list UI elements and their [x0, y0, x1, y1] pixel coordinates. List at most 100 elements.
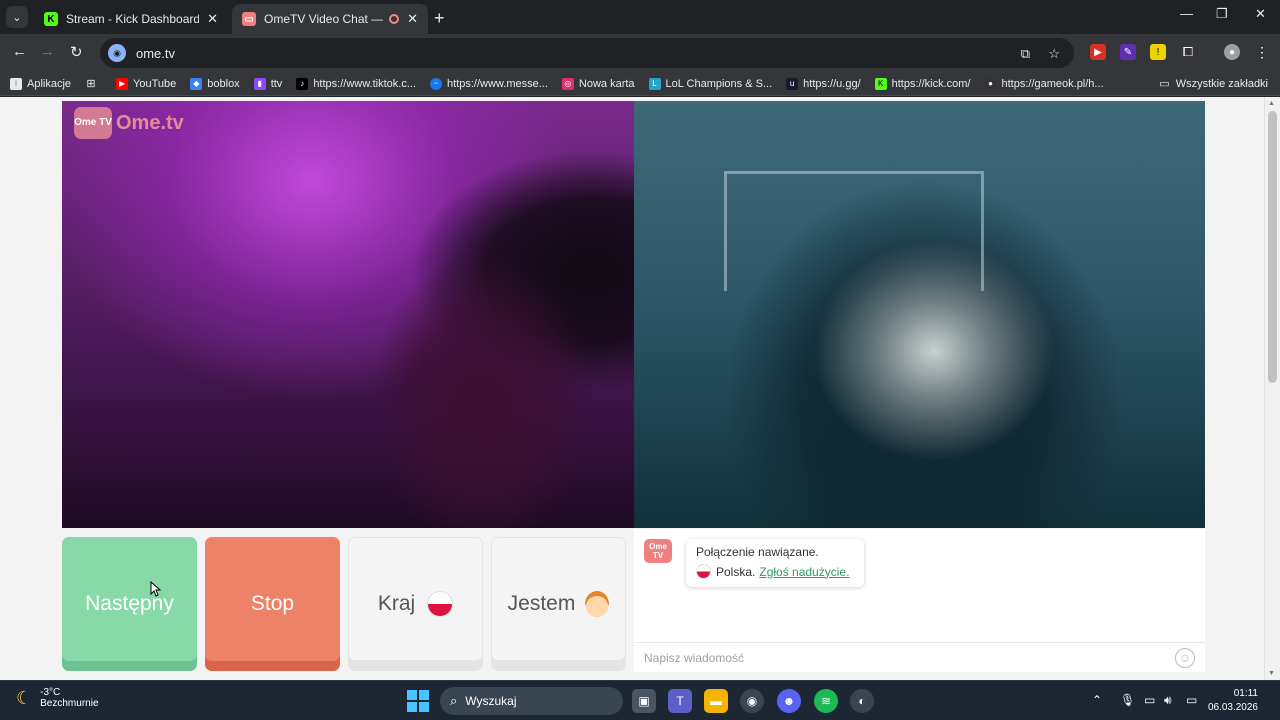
youtube-icon: ▶ [116, 77, 129, 90]
obs-icon[interactable]: ◐ [850, 689, 874, 713]
color-picker-extension-icon[interactable]: ✎ [1120, 44, 1136, 60]
bookmark-boblox[interactable]: ◆ boblox [190, 77, 240, 90]
tab-grid-icon: ⊞ [86, 78, 96, 90]
forward-icon[interactable]: → [40, 43, 55, 60]
window-close-icon[interactable]: ✕ [1255, 6, 1266, 22]
report-abuse-link[interactable]: Zgłoś nadużycie. [759, 565, 849, 579]
tab-title: OmeTV Video Chat — Om [264, 12, 384, 26]
next-button[interactable]: Następny [62, 537, 197, 671]
volume-icon[interactable]: 🔊︎ [1164, 693, 1172, 708]
bookmark-nowa-karta[interactable]: ◎ Nowa karta [561, 77, 635, 90]
chrome-icon[interactable]: ◉ [740, 689, 764, 713]
gender-button-label: Jestem [507, 592, 576, 615]
extensions-puzzle-icon[interactable]: ⧠ [1180, 44, 1196, 60]
search-label: Wyszukaj [465, 694, 517, 708]
restore-icon[interactable]: ❐ [1216, 6, 1228, 22]
logo-text: Ome.tv [116, 111, 184, 134]
bookmark-messenger[interactable]: ~ https://www.messe... [430, 77, 548, 90]
weather-widget[interactable]: ☾ -3°C Bezchmurnie [16, 687, 99, 709]
menu-kebab-icon[interactable]: ⋮ [1254, 44, 1270, 60]
messenger-icon: ~ [430, 77, 443, 90]
chat-panel: Ome TV Połączenie nawiązane. Polska. Zgł… [634, 529, 1205, 672]
page-scrollbar[interactable]: ▲ ▼ [1264, 97, 1280, 680]
system-message: Połączenie nawiązane. Polska. Zgłoś nadu… [686, 539, 864, 587]
tab-kick-dashboard[interactable]: K Stream - Kick Dashboard ✕ [34, 4, 228, 34]
network-icon[interactable]: ▭ [1144, 693, 1155, 707]
local-video: Ome TV Ome.tv [62, 101, 634, 528]
all-bookmarks-button[interactable]: ▭ Wszystkie zakładki [1159, 77, 1268, 91]
clock-date: 06.03.2026 [1207, 702, 1258, 713]
show-hidden-icons-icon[interactable]: ⌃ [1092, 693, 1102, 707]
new-tab-button[interactable]: + [434, 8, 445, 29]
partner-country: Polska. [716, 564, 756, 579]
task-view-icon[interactable]: ▣ [632, 689, 656, 713]
browser-tabstrip: ⌄ K Stream - Kick Dashboard ✕ ▭ OmeTV Vi… [0, 0, 1280, 34]
tab-title: Stream - Kick Dashboard [66, 12, 200, 26]
scrollbar-thumb[interactable] [1268, 111, 1277, 383]
kick-icon: K [44, 12, 58, 26]
message-input[interactable] [644, 650, 1144, 665]
emoji-icon[interactable]: ☺ [1175, 648, 1195, 668]
browser-toolbar: ← → ↻ ◉ ome.tv ⧉ ☆ ▶ ✎ ! ⧠ ● ⋮ [0, 34, 1280, 72]
bookmark-tiktok[interactable]: ♪ https://www.tiktok.c... [296, 77, 416, 90]
bookmark-kick[interactable]: Khttps://kick.com/ [874, 77, 970, 90]
close-icon[interactable]: ✕ [407, 11, 418, 27]
ometv-page: Ome TV Ome.tv Następny Stop Kraj Jestem … [0, 97, 1280, 680]
address-text: ome.tv [136, 45, 176, 61]
gender-button[interactable]: Jestem [491, 537, 626, 671]
ometv-logo[interactable]: Ome TV Ome.tv [74, 107, 184, 139]
apps-grid-icon: ⁝ [10, 77, 22, 90]
stop-button[interactable]: Stop [205, 537, 340, 671]
bookmark-gameok[interactable]: ● https://gameok.pl/h... [984, 77, 1104, 90]
system-clock[interactable]: 01:11 06.03.2026 [1208, 687, 1258, 715]
scroll-up-icon[interactable]: ▲ [1268, 100, 1275, 107]
tab-ometv[interactable]: ▭ OmeTV Video Chat — Om ✕ [232, 4, 428, 34]
bookmark-youtube[interactable]: ▶ YouTube [116, 77, 176, 90]
mouse-pointer-icon [150, 581, 162, 597]
weather-desc: Bezchmurnie [40, 698, 99, 709]
bookmark-tab-groups[interactable]: ⊞ [85, 78, 102, 90]
tiktok-icon: ♪ [296, 77, 309, 90]
minimize-icon[interactable]: — [1180, 6, 1193, 21]
bookmark-star-icon[interactable]: ☆ [1048, 46, 1060, 62]
site-info-icon[interactable]: ◉ [108, 44, 126, 62]
close-icon[interactable]: ✕ [207, 11, 218, 27]
battery-icon[interactable]: ▭ [1186, 693, 1197, 707]
recording-indicator-icon [389, 14, 400, 24]
microphone-icon[interactable]: 🎙︎ [1120, 693, 1135, 707]
kick-icon: K [874, 77, 887, 90]
country-button[interactable]: Kraj [348, 537, 483, 671]
bookmark-ugg[interactable]: u https://u.gg/ [786, 77, 861, 90]
bookmark-lol[interactable]: L LoL Champions & S... [648, 77, 772, 90]
bookmark-apps[interactable]: ⁝ Aplikacje [10, 77, 71, 90]
youtube-extension-icon[interactable]: ▶ [1090, 44, 1106, 60]
poland-flag-icon [696, 564, 711, 579]
chat-input-bar: ☺ [634, 642, 1205, 672]
weather-temp: -3°C [40, 687, 61, 698]
stop-button-label: Stop [250, 592, 295, 615]
bookmarks-bar: ⁝ Aplikacje ⊞ ▶ YouTube ◆ boblox ▮ ttv ♪ http… [0, 72, 1280, 96]
ometv-icon: ▭ [242, 12, 256, 26]
address-bar[interactable]: ◉ ome.tv ⧉ ☆ [100, 38, 1074, 68]
clock-time: 01:11 [1233, 688, 1258, 699]
search-icon: ⌕ [450, 693, 458, 708]
moon-icon: ☾ [16, 687, 33, 708]
taskbar-search[interactable]: ⌕ Wyszukaj [440, 687, 623, 715]
country-button-label: Kraj [377, 592, 416, 615]
spotify-icon[interactable]: ≋ [814, 689, 838, 713]
bookmark-ttv[interactable]: ▮ ttv [253, 77, 282, 90]
roblox-icon: ◆ [190, 77, 203, 90]
discord-icon[interactable]: ☻ [777, 689, 801, 713]
extension-icon[interactable]: ! [1150, 44, 1166, 60]
profile-avatar[interactable]: ● [1224, 44, 1240, 60]
file-explorer-icon[interactable]: ▬ [704, 689, 728, 713]
install-app-icon[interactable]: ⧉ [1021, 46, 1030, 62]
tab-search-button[interactable]: ⌄ [6, 6, 28, 28]
reload-icon[interactable]: ↻ [70, 43, 83, 61]
ometv-tv-icon: Ome TV [644, 539, 672, 563]
scroll-down-icon[interactable]: ▼ [1268, 670, 1275, 677]
teams-icon[interactable]: T [668, 689, 692, 713]
lol-icon: L [648, 77, 661, 90]
start-button[interactable] [407, 690, 429, 712]
back-icon[interactable]: ← [12, 43, 27, 60]
